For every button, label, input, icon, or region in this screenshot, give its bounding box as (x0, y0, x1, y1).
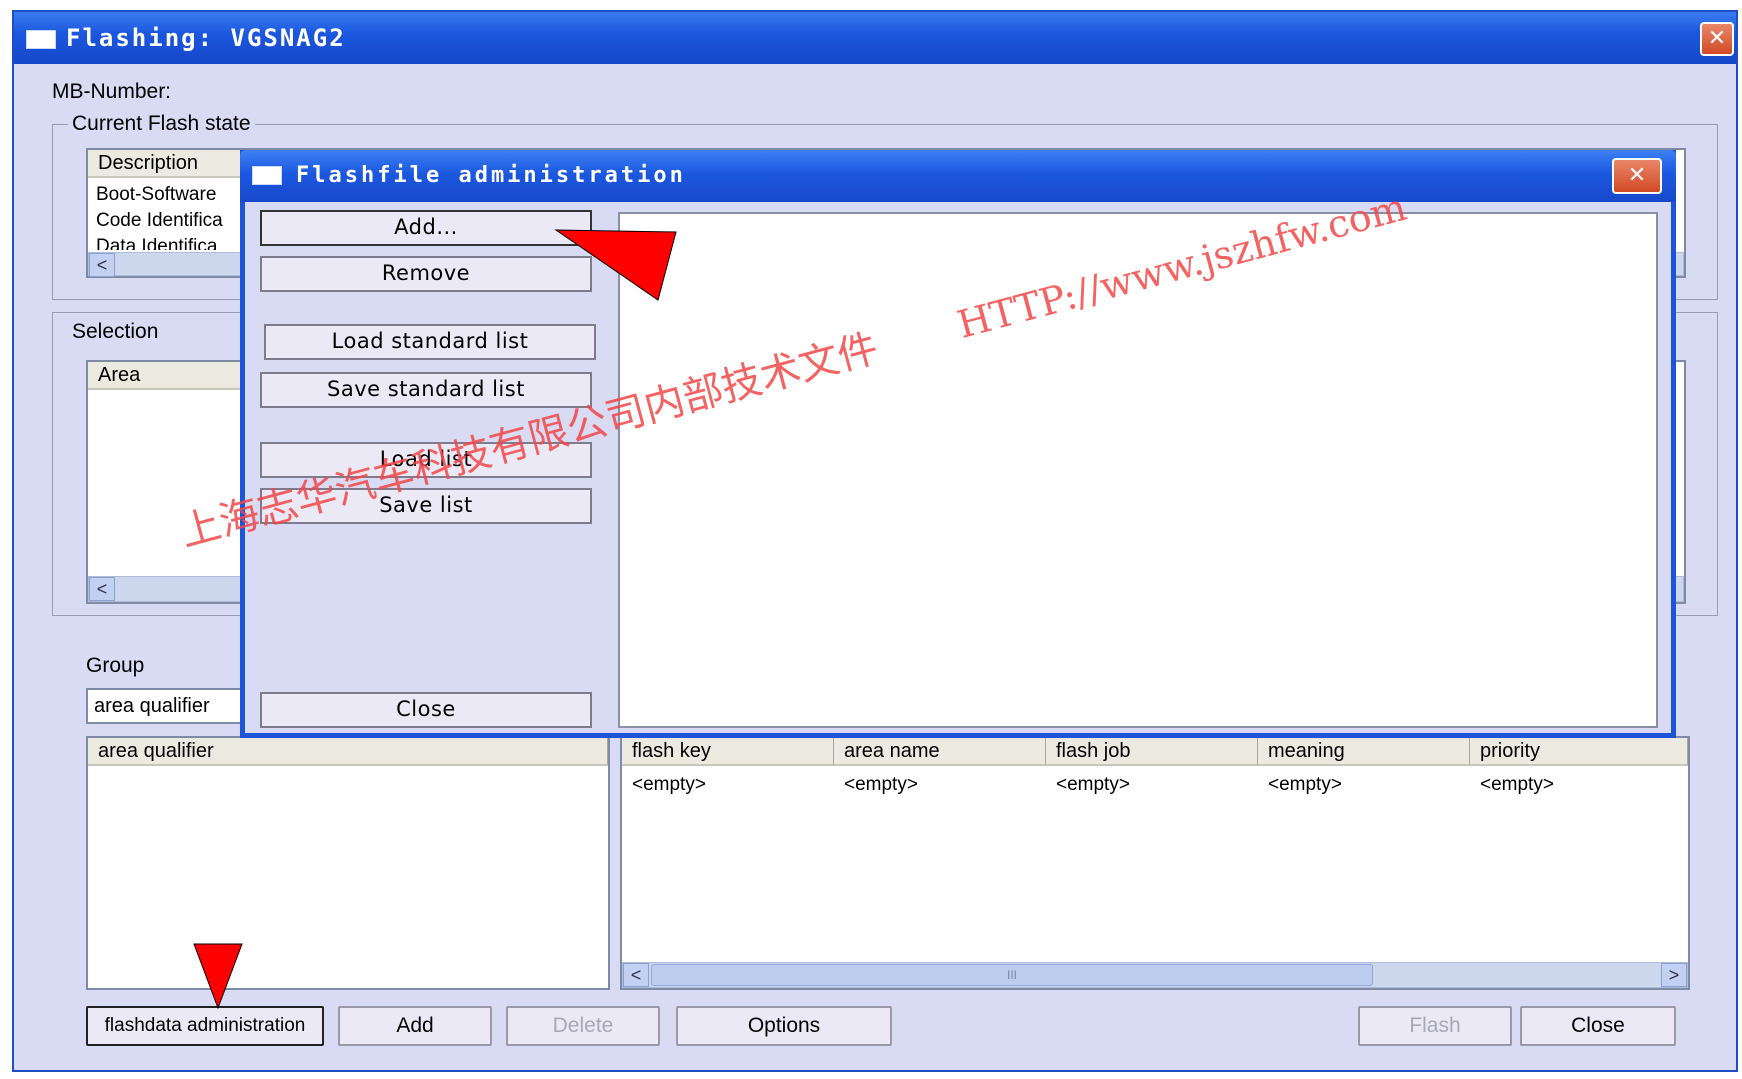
list-item[interactable]: Code Identifica (96, 210, 223, 232)
area-qualifier-list[interactable]: area qualifier (86, 736, 610, 990)
area-column-header[interactable]: Area (88, 362, 248, 390)
dialog-titlebar[interactable]: Flashfile administration ✕ (240, 150, 1676, 202)
group-select[interactable]: area qualifier (86, 688, 256, 724)
table-cell[interactable]: <empty> (1480, 774, 1554, 796)
priority-column-header[interactable]: priority (1470, 738, 1688, 766)
scroll-right-icon[interactable]: > (1661, 963, 1687, 987)
annotation-arrow-icon (554, 229, 677, 301)
window-icon (26, 30, 56, 49)
add-file-button[interactable]: Add... (260, 210, 592, 246)
window-title: Flashing: VGSNAG2 (66, 24, 346, 52)
flash-key-column-header[interactable]: flash key (622, 738, 834, 766)
table-cell[interactable]: <empty> (844, 774, 918, 796)
load-standard-list-button[interactable]: Load standard list (264, 324, 596, 360)
close-button[interactable]: Close (1520, 1006, 1676, 1046)
table-cell[interactable]: <empty> (632, 774, 706, 796)
horizontal-scrollbar[interactable]: < III > (622, 962, 1688, 988)
annotation-arrow-down-icon (193, 943, 243, 1010)
scroll-left-icon[interactable]: < (89, 577, 115, 601)
dialog-window-icon (252, 166, 282, 185)
mb-number-label: MB-Number: (52, 80, 172, 103)
flash-button[interactable]: Flash (1358, 1006, 1512, 1046)
remove-button[interactable]: Remove (260, 256, 592, 292)
options-button[interactable]: Options (676, 1006, 892, 1046)
area-qualifier-column-header[interactable]: area qualifier (88, 738, 608, 766)
list-item[interactable]: Data Identifica (96, 236, 217, 250)
dialog-close-list-button[interactable]: Close (260, 692, 592, 728)
delete-button[interactable]: Delete (506, 1006, 660, 1046)
scroll-left-icon[interactable]: < (89, 253, 115, 277)
flashing-window-titlebar[interactable]: Flashing: VGSNAG2 ✕ (14, 12, 1736, 64)
group-label: Group (86, 654, 145, 677)
dialog-close-button[interactable]: ✕ (1612, 158, 1662, 194)
current-flash-state-title: Current Flash state (68, 112, 255, 136)
add-button[interactable]: Add (338, 1006, 492, 1046)
window-close-button[interactable]: ✕ (1700, 22, 1734, 56)
flashdata-administration-button[interactable]: flashdata administration (86, 1006, 324, 1046)
area-name-column-header[interactable]: area name (834, 738, 1046, 766)
scroll-left-icon[interactable]: < (623, 963, 649, 987)
table-cell[interactable]: <empty> (1268, 774, 1342, 796)
list-item[interactable]: Boot-Software (96, 184, 216, 206)
scroll-thumb[interactable]: III (651, 964, 1373, 986)
description-column-header[interactable]: Description (88, 150, 248, 178)
selection-title: Selection (68, 320, 163, 344)
meaning-column-header[interactable]: meaning (1258, 738, 1470, 766)
flash-job-column-header[interactable]: flash job (1046, 738, 1258, 766)
dialog-title: Flashfile administration (296, 163, 686, 188)
flash-table[interactable]: flash key area name flash job meaning pr… (620, 736, 1690, 990)
table-cell[interactable]: <empty> (1056, 774, 1130, 796)
